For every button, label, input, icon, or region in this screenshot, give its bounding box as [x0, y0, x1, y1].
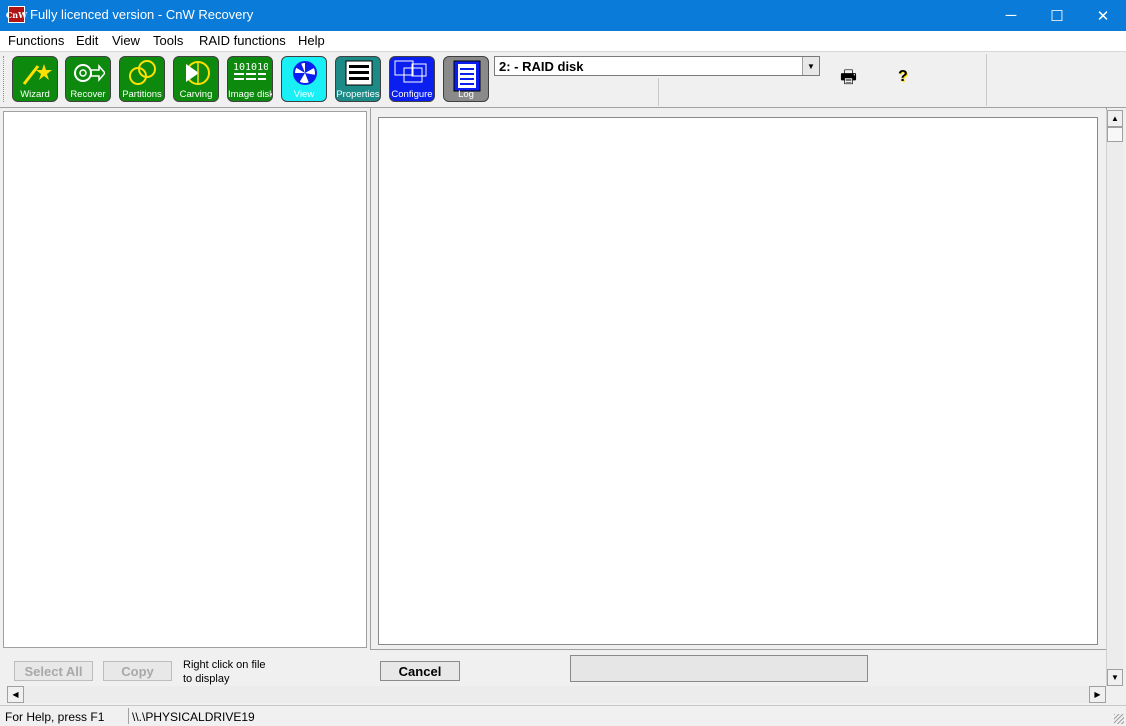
status-bar: For Help, press F1 \\.\PHYSICALDRIVE19	[0, 705, 1126, 726]
file-tree-pane[interactable]	[3, 111, 367, 648]
app-icon: CnW	[6, 6, 27, 23]
wizard-button[interactable]: Wizard	[12, 56, 58, 102]
recover-icon	[74, 63, 105, 83]
view-icon	[293, 61, 317, 85]
properties-icon	[345, 60, 373, 86]
minimize-button[interactable]: ─	[988, 0, 1034, 31]
vertical-scrollbar[interactable]: ▲ ▼	[1106, 110, 1123, 686]
window-title: Fully licenced version - CnW Recovery	[30, 7, 254, 22]
hint-text: Right click on file to display	[183, 658, 266, 686]
menu-view[interactable]: View	[112, 33, 140, 48]
log-button[interactable]: Log	[443, 56, 489, 102]
resize-grip[interactable]	[1114, 714, 1124, 724]
wizard-label: Wizard	[20, 89, 50, 100]
log-icon	[453, 60, 481, 92]
menu-help[interactable]: Help	[298, 33, 325, 48]
partitions-label: Partitions	[122, 89, 162, 100]
image-disk-button[interactable]: 1010101 Image disk	[227, 56, 273, 102]
chevron-down-icon[interactable]: ▼	[802, 57, 819, 75]
menu-bar: Functions Edit View Tools RAID functions…	[0, 31, 1126, 51]
scroll-thumb[interactable]	[1107, 127, 1123, 142]
recover-button[interactable]: Recover	[65, 56, 111, 102]
scroll-down-button[interactable]: ▼	[1107, 669, 1123, 686]
image-disk-icon: 1010101	[233, 62, 268, 80]
menu-raid-functions[interactable]: RAID functions	[199, 33, 286, 48]
menu-functions[interactable]: Functions	[8, 33, 64, 48]
printer-icon[interactable]: 🖶	[840, 68, 860, 88]
toolbar-separator	[658, 78, 659, 106]
copy-button[interactable]: Copy	[103, 661, 172, 681]
toolbar-grip[interactable]	[3, 56, 7, 102]
disk-select[interactable]: 2: - RAID disk ▼	[494, 56, 820, 76]
configure-label: Configure	[391, 89, 433, 100]
scroll-right-button[interactable]: ▶	[1089, 686, 1106, 703]
hint-line1: Right click on file	[183, 659, 266, 671]
progress-bar	[570, 655, 868, 682]
svg-text:1010101: 1010101	[233, 62, 268, 73]
partitions-button[interactable]: Partitions	[119, 56, 165, 102]
help-icon[interactable]: ?	[898, 67, 912, 87]
partitions-icon	[129, 60, 156, 85]
recover-label: Recover	[70, 89, 106, 100]
menu-edit[interactable]: Edit	[76, 33, 98, 48]
carving-label: Carving	[179, 89, 213, 100]
view-label: View	[293, 89, 315, 100]
title-bar: CnW Fully licenced version - CnW Recover…	[0, 0, 1126, 31]
select-all-button[interactable]: Select All	[14, 661, 93, 681]
scroll-left-button[interactable]: ◀	[7, 686, 24, 703]
image-disk-label: Image disk	[228, 89, 273, 100]
toolbar-separator	[986, 54, 987, 106]
status-help-text: For Help, press F1	[5, 710, 105, 724]
wizard-icon	[22, 64, 52, 85]
view-button[interactable]: View	[281, 56, 327, 102]
menu-tools[interactable]: Tools	[153, 33, 183, 48]
properties-button[interactable]: Properties	[335, 56, 381, 102]
configure-icon	[394, 60, 427, 83]
horizontal-scrollbar[interactable]: ◀ ▶	[7, 686, 1106, 703]
close-button[interactable]: ✕	[1080, 0, 1126, 31]
display-pane[interactable]	[378, 117, 1098, 645]
properties-label: Properties	[336, 89, 380, 100]
maximize-button[interactable]: ☐	[1034, 0, 1080, 31]
hint-line2: to display	[183, 673, 230, 685]
log-label: Log	[458, 89, 474, 100]
carving-button[interactable]: Carving	[173, 56, 219, 102]
status-drive-text: \\.\PHYSICALDRIVE19	[128, 708, 508, 724]
scroll-up-button[interactable]: ▲	[1107, 110, 1123, 127]
configure-button[interactable]: Configure	[389, 56, 435, 102]
cancel-button[interactable]: Cancel	[380, 661, 460, 681]
carving-icon	[186, 61, 210, 85]
disk-select-value: 2: - RAID disk	[499, 59, 584, 74]
